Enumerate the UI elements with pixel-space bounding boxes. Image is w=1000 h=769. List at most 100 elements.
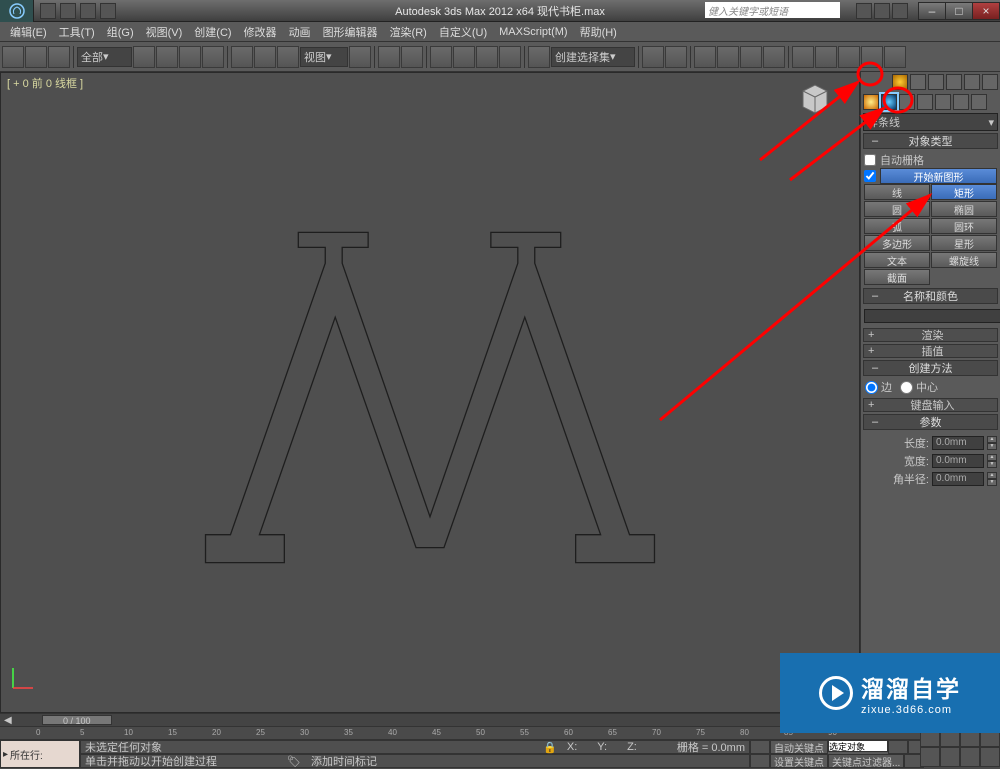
selection-filter-dropdown[interactable]: 全部 ▾ bbox=[77, 47, 132, 67]
menu-customize[interactable]: 自定义(U) bbox=[433, 24, 493, 40]
zoom-extents-all-icon[interactable] bbox=[940, 747, 960, 767]
menu-animation[interactable]: 动画 bbox=[283, 24, 317, 40]
qat-btn[interactable] bbox=[100, 3, 116, 19]
select-name-icon[interactable] bbox=[156, 46, 178, 68]
named-selection-dropdown[interactable]: 创建选择集 ▾ bbox=[551, 47, 635, 67]
layers-icon[interactable] bbox=[694, 46, 716, 68]
teapot-render-icon[interactable] bbox=[861, 46, 883, 68]
spinner-arrows[interactable]: ▲▼ bbox=[987, 436, 997, 450]
rectangle-button[interactable]: 矩形 bbox=[931, 184, 997, 200]
material-editor-icon[interactable] bbox=[763, 46, 785, 68]
menu-tools[interactable]: 工具(T) bbox=[53, 24, 101, 40]
helix-button[interactable]: 螺旋线 bbox=[931, 252, 997, 268]
menu-edit[interactable]: 编辑(E) bbox=[4, 24, 53, 40]
menu-grapheditors[interactable]: 图形编辑器 bbox=[317, 24, 384, 40]
rollout-parameters[interactable]: –参数 bbox=[863, 414, 998, 430]
setkey-button[interactable]: 设置关键点 bbox=[770, 754, 828, 768]
systems-cat-icon[interactable] bbox=[971, 94, 987, 110]
star-icon[interactable] bbox=[874, 3, 890, 19]
unlink-icon[interactable] bbox=[25, 46, 47, 68]
time-slider[interactable]: ◀0 / 100 bbox=[0, 714, 1000, 726]
startnew-checkbox[interactable] bbox=[864, 170, 876, 182]
window-crossing-icon[interactable] bbox=[202, 46, 224, 68]
percent-snap-icon[interactable] bbox=[476, 46, 498, 68]
menu-maxscript[interactable]: MAXScript(M) bbox=[493, 26, 573, 38]
pivot-icon[interactable] bbox=[349, 46, 371, 68]
edit-named-sel-icon[interactable] bbox=[528, 46, 550, 68]
infocenter-icon[interactable] bbox=[856, 3, 872, 19]
radio-edge[interactable]: 边 bbox=[865, 379, 892, 395]
viewport-front[interactable]: [ + 0 前 0 线框 ] bbox=[0, 72, 860, 713]
keyboard-shortcut-icon[interactable] bbox=[401, 46, 423, 68]
circle-button[interactable]: 圆 bbox=[864, 201, 930, 217]
radio-center[interactable]: 中心 bbox=[900, 379, 938, 395]
menu-rendering[interactable]: 渲染(R) bbox=[384, 24, 433, 40]
object-name-input[interactable] bbox=[864, 309, 1000, 323]
utilities-tab-icon[interactable] bbox=[982, 74, 998, 90]
rendered-frame-icon[interactable] bbox=[815, 46, 837, 68]
width-spinner[interactable]: 0.0mm bbox=[932, 454, 984, 468]
time-slider-knob[interactable]: 0 / 100 bbox=[42, 715, 112, 725]
rollout-name-color[interactable]: –名称和颜色 bbox=[863, 288, 998, 304]
rollout-interpolation[interactable]: 插值 bbox=[863, 344, 998, 358]
autokey-button[interactable]: 自动关键点 bbox=[770, 740, 828, 754]
rollout-creation-method[interactable]: –创建方法 bbox=[863, 360, 998, 376]
arc-button[interactable]: 弧 bbox=[864, 218, 930, 234]
corner-spinner[interactable]: 0.0mm bbox=[932, 472, 984, 486]
selset-input[interactable] bbox=[828, 740, 888, 752]
menu-group[interactable]: 组(G) bbox=[101, 24, 140, 40]
play-start-icon[interactable] bbox=[888, 740, 908, 754]
hierarchy-tab-icon[interactable] bbox=[928, 74, 944, 90]
motion-tab-icon[interactable] bbox=[946, 74, 962, 90]
rollout-render[interactable]: 渲染 bbox=[863, 328, 998, 342]
link-icon[interactable] bbox=[2, 46, 24, 68]
length-spinner[interactable]: 0.0mm bbox=[932, 436, 984, 450]
lock-icon[interactable] bbox=[750, 740, 770, 754]
shapes-cat-icon[interactable] bbox=[881, 94, 897, 110]
ellipse-button[interactable]: 椭圆 bbox=[931, 201, 997, 217]
rollout-object-type[interactable]: –对象类型 bbox=[863, 133, 998, 149]
cameras-cat-icon[interactable] bbox=[917, 94, 933, 110]
help-icon[interactable] bbox=[892, 3, 908, 19]
zoom-icon[interactable] bbox=[940, 727, 960, 747]
fov-icon[interactable] bbox=[980, 727, 1000, 747]
section-button[interactable]: 截面 bbox=[864, 269, 930, 285]
orbit-icon[interactable] bbox=[960, 747, 980, 767]
select-manip-icon[interactable] bbox=[378, 46, 400, 68]
refcoord-dropdown[interactable]: 视图 ▾ bbox=[300, 47, 348, 67]
spacewarps-cat-icon[interactable] bbox=[953, 94, 969, 110]
autogrid-checkbox[interactable] bbox=[864, 154, 876, 166]
qat-undo-icon[interactable] bbox=[60, 3, 76, 19]
schematic-icon[interactable] bbox=[740, 46, 762, 68]
keyfilter-button[interactable]: 关键点过滤器... bbox=[828, 754, 904, 768]
viewcube[interactable] bbox=[795, 79, 835, 119]
create-tab-icon[interactable] bbox=[892, 74, 908, 90]
minimize-button[interactable]: – bbox=[918, 2, 946, 20]
scale-icon[interactable] bbox=[277, 46, 299, 68]
maximize-viewport-icon[interactable] bbox=[980, 747, 1000, 767]
category-dropdown[interactable]: 样条线▾ bbox=[863, 113, 998, 131]
search-input[interactable]: 健入关键字或短语 bbox=[705, 2, 840, 18]
app-icon[interactable] bbox=[0, 0, 34, 22]
select-region-icon[interactable] bbox=[179, 46, 201, 68]
line-button[interactable]: 线 bbox=[864, 184, 930, 200]
qat-btn[interactable] bbox=[40, 3, 56, 19]
helpers-cat-icon[interactable] bbox=[935, 94, 951, 110]
viewport-label[interactable]: [ + 0 前 0 线框 ] bbox=[7, 75, 83, 91]
menu-views[interactable]: 视图(V) bbox=[140, 24, 189, 40]
menu-create[interactable]: 创建(C) bbox=[188, 24, 237, 40]
rollout-keyboard-entry[interactable]: 键盘输入 bbox=[863, 398, 998, 412]
render-setup-icon[interactable] bbox=[792, 46, 814, 68]
ngon-button[interactable]: 多边形 bbox=[864, 235, 930, 251]
select-icon[interactable] bbox=[133, 46, 155, 68]
bind-icon[interactable] bbox=[48, 46, 70, 68]
display-tab-icon[interactable] bbox=[964, 74, 980, 90]
pan-icon[interactable] bbox=[920, 727, 940, 747]
zoom-all-icon[interactable] bbox=[960, 727, 980, 747]
spinner-snap-icon[interactable] bbox=[499, 46, 521, 68]
render-icon[interactable] bbox=[838, 46, 860, 68]
spinner-arrows[interactable]: ▲▼ bbox=[987, 472, 997, 486]
trackbar-label[interactable]: 所在行: bbox=[0, 740, 80, 768]
align-icon[interactable] bbox=[665, 46, 687, 68]
zoom-extents-icon[interactable] bbox=[920, 747, 940, 767]
